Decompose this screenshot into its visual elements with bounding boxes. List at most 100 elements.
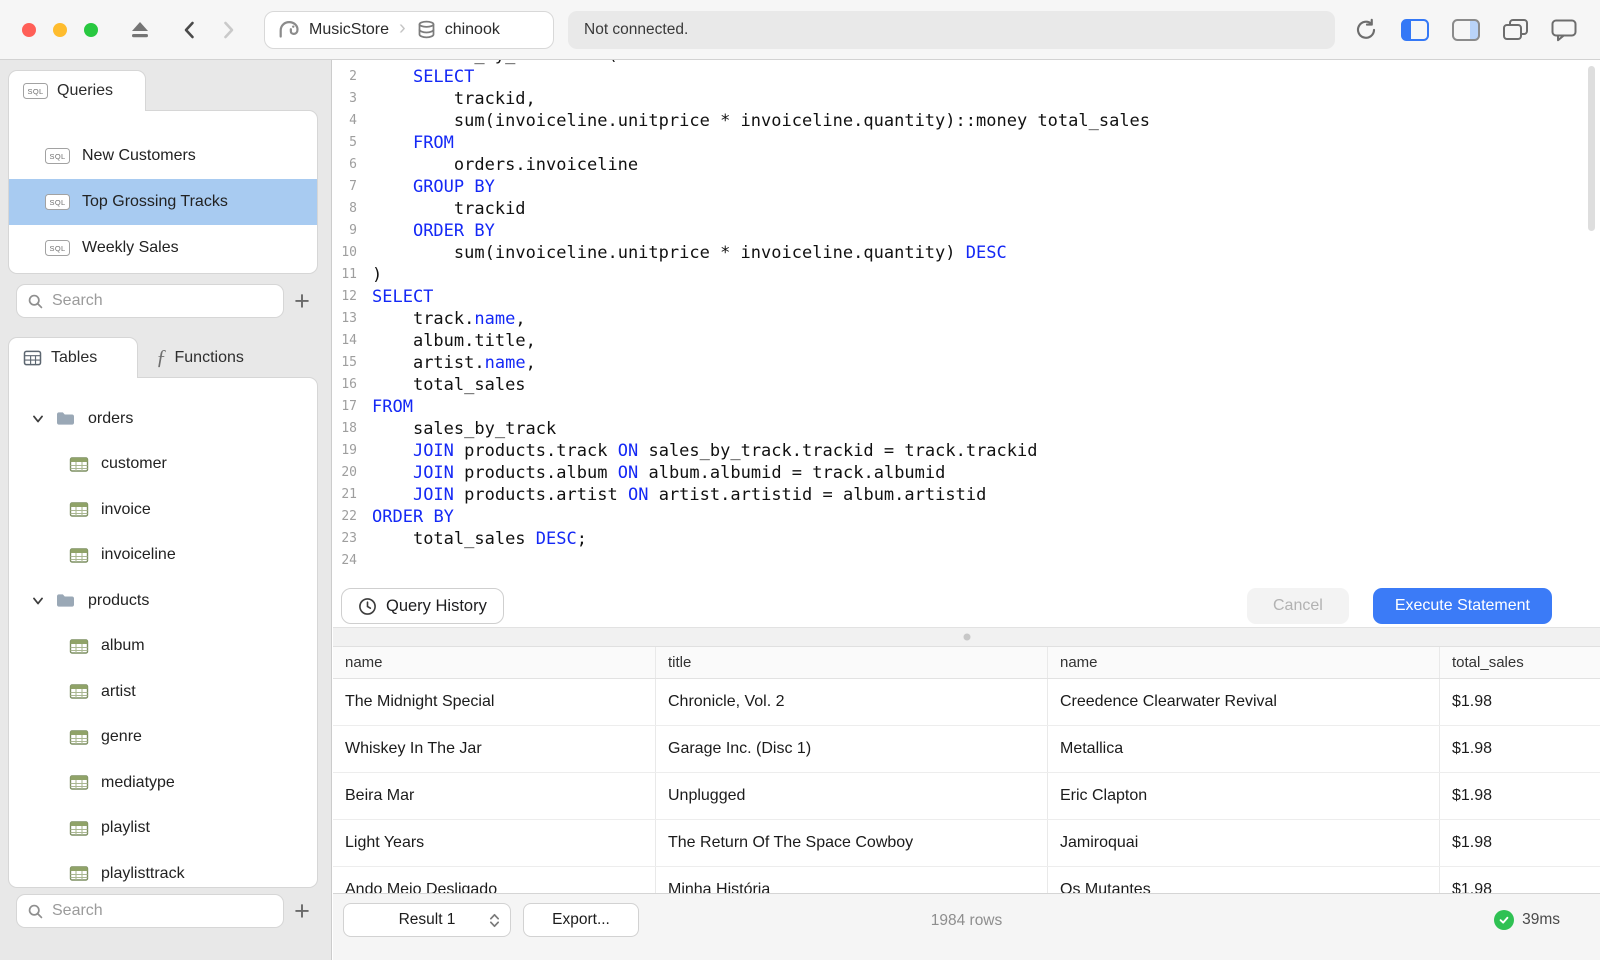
tree-schema-row[interactable]: products: [9, 578, 317, 624]
tab-tables[interactable]: Tables: [8, 337, 138, 378]
queries-search-input[interactable]: [52, 292, 273, 310]
tree-table-row[interactable]: playlist: [9, 806, 317, 852]
back-icon[interactable]: [178, 18, 202, 42]
tree-table-row[interactable]: genre: [9, 715, 317, 761]
table-cell[interactable]: $1.98: [1439, 773, 1600, 819]
sidebar-toggle-icon[interactable]: [1400, 17, 1430, 43]
tables-search[interactable]: [16, 894, 284, 928]
code-line[interactable]: 15 artist.name,: [333, 352, 1600, 374]
table-row[interactable]: Beira Mar Unplugged Eric Clapton $1.98: [333, 773, 1600, 820]
code-line[interactable]: 21 JOIN products.artist ON artist.artist…: [333, 484, 1600, 506]
code-line[interactable]: 23 total_sales DESC;: [333, 528, 1600, 550]
table-cell[interactable]: Ando Meio Desligado: [333, 867, 655, 893]
editor-scrollbar[interactable]: [1588, 66, 1595, 231]
code-line[interactable]: 6 orders.invoiceline: [333, 154, 1600, 176]
code-line[interactable]: 9 ORDER BY: [333, 220, 1600, 242]
table-cell[interactable]: Garage Inc. (Disc 1): [655, 726, 1047, 772]
code-line[interactable]: 16 total_sales: [333, 374, 1600, 396]
code-line[interactable]: 13 track.name,: [333, 308, 1600, 330]
close-button[interactable]: [22, 22, 36, 37]
table-cell[interactable]: Jamiroquai: [1047, 820, 1439, 866]
tree-schema-row[interactable]: orders: [9, 396, 317, 442]
tree-table-row[interactable]: artist: [9, 669, 317, 715]
add-query-button[interactable]: +: [288, 284, 316, 318]
column-header[interactable]: total_sales: [1439, 647, 1600, 678]
table-cell[interactable]: Chronicle, Vol. 2: [655, 679, 1047, 725]
chat-bubble-icon[interactable]: [1550, 17, 1578, 43]
add-table-button[interactable]: +: [288, 894, 316, 928]
breadcrumb[interactable]: MusicStore › chinook: [264, 10, 554, 49]
code-line[interactable]: 5 FROM: [333, 132, 1600, 154]
execute-statement-button[interactable]: Execute Statement: [1372, 588, 1552, 624]
table-cell[interactable]: $1.98: [1439, 726, 1600, 772]
column-header[interactable]: name: [1047, 647, 1439, 678]
splitter-handle-icon[interactable]: [963, 633, 970, 641]
sql-editor[interactable]: 1WITH sales_by_track AS (2 SELECT3 track…: [333, 60, 1600, 585]
table-cell[interactable]: Beira Mar: [333, 773, 655, 819]
code-line[interactable]: 22 ORDER BY: [333, 506, 1600, 528]
code-line[interactable]: 8 trackid: [333, 198, 1600, 220]
table-cell[interactable]: Eric Clapton: [1047, 773, 1439, 819]
tree-table-row[interactable]: mediatype: [9, 760, 317, 806]
table-row[interactable]: Light Years The Return Of The Space Cowbo…: [333, 820, 1600, 867]
tree-table-row[interactable]: customer: [9, 442, 317, 488]
code-line[interactable]: 2 SELECT: [333, 66, 1600, 88]
chevron-down-icon[interactable]: [33, 415, 43, 423]
chevron-down-icon[interactable]: [33, 597, 43, 605]
cancel-button[interactable]: Cancel: [1247, 588, 1349, 624]
table-cell[interactable]: Minha História: [655, 867, 1047, 893]
forward-icon[interactable]: [216, 18, 240, 42]
table-cell[interactable]: $1.98: [1439, 820, 1600, 866]
result-selector[interactable]: Result 1: [343, 903, 511, 937]
tree-table-row[interactable]: playlisttrack: [9, 851, 317, 887]
refresh-icon[interactable]: [1353, 17, 1379, 43]
table-cell[interactable]: Creedence Clearwater Revival: [1047, 679, 1439, 725]
query-item[interactable]: SQL Weekly Sales: [9, 225, 317, 271]
table-cell[interactable]: Light Years: [333, 820, 655, 866]
tree-table-row[interactable]: album: [9, 624, 317, 670]
table-row[interactable]: The Midnight Special Chronicle, Vol. 2 Cre…: [333, 679, 1600, 726]
code-line[interactable]: 11): [333, 264, 1600, 286]
code-line[interactable]: 7 GROUP BY: [333, 176, 1600, 198]
table-cell[interactable]: The Return Of The Space Cowboy: [655, 820, 1047, 866]
tab-queries[interactable]: SQL Queries: [8, 70, 146, 111]
breadcrumb-server[interactable]: MusicStore: [309, 21, 389, 39]
column-header[interactable]: title: [655, 647, 1047, 678]
table-cell[interactable]: Os Mutantes: [1047, 867, 1439, 893]
code-line[interactable]: 10 sum(invoiceline.unitprice * invoiceli…: [333, 242, 1600, 264]
table-cell[interactable]: Unplugged: [655, 773, 1047, 819]
table-row[interactable]: Ando Meio Desligado Minha História Os Muta…: [333, 867, 1600, 893]
code-line[interactable]: 12 SELECT: [333, 286, 1600, 308]
column-header[interactable]: name: [333, 647, 655, 678]
query-item[interactable]: SQL Top Grossing Tracks: [9, 179, 317, 225]
code-line[interactable]: 19 JOIN products.track ON sales_by_track…: [333, 440, 1600, 462]
code-line[interactable]: 20 JOIN products.album ON album.albumid …: [333, 462, 1600, 484]
tree-table-row[interactable]: invoiceline: [9, 533, 317, 579]
table-row[interactable]: Whiskey In The Jar Garage Inc. (Disc 1) Me…: [333, 726, 1600, 773]
code-line[interactable]: 4 sum(invoiceline.unitprice * invoicelin…: [333, 110, 1600, 132]
eject-icon[interactable]: [128, 18, 152, 42]
tables-search-input[interactable]: [52, 902, 273, 920]
tab-functions[interactable]: ƒ Functions: [146, 337, 254, 378]
table-cell[interactable]: $1.98: [1439, 679, 1600, 725]
minimize-button[interactable]: [53, 22, 67, 37]
code-line[interactable]: 24: [333, 550, 1600, 572]
table-cell[interactable]: The Midnight Special: [333, 679, 655, 725]
breadcrumb-database[interactable]: chinook: [445, 21, 500, 39]
splitter[interactable]: [333, 627, 1600, 647]
code-line[interactable]: 14 album.title,: [333, 330, 1600, 352]
code-line[interactable]: 17 FROM: [333, 396, 1600, 418]
zoom-button[interactable]: [84, 22, 98, 37]
tree-table-row[interactable]: invoice: [9, 487, 317, 533]
panel-toggle-icon[interactable]: [1451, 17, 1481, 43]
code-line[interactable]: 3 trackid,: [333, 88, 1600, 110]
export-button[interactable]: Export...: [523, 903, 639, 937]
code-line[interactable]: 18 sales_by_track: [333, 418, 1600, 440]
query-history-button[interactable]: Query History: [341, 588, 504, 624]
windows-icon[interactable]: [1502, 17, 1529, 43]
table-cell[interactable]: Whiskey In The Jar: [333, 726, 655, 772]
table-cell[interactable]: $1.98: [1439, 867, 1600, 893]
table-cell[interactable]: Metallica: [1047, 726, 1439, 772]
queries-search[interactable]: [16, 284, 284, 318]
query-item[interactable]: SQL New Customers: [9, 133, 317, 179]
